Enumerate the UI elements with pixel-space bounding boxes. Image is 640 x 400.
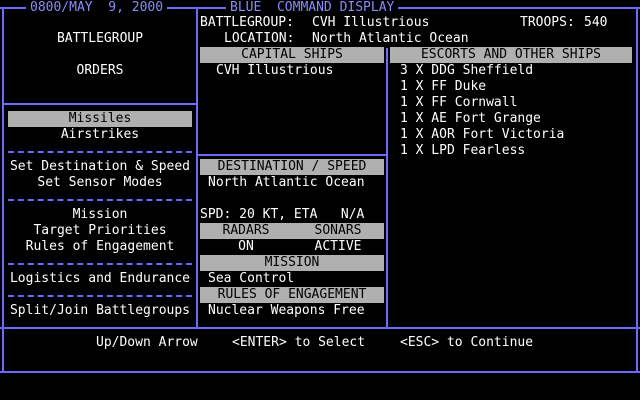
left-panel-subheading: ORDERS	[76, 63, 124, 78]
capital-ships-bottom-line	[198, 154, 386, 156]
destination-value: North Atlantic Ocean	[208, 175, 365, 190]
radars-value: ON	[238, 239, 254, 254]
escort-item: 1 X FF Cornwall	[400, 95, 518, 110]
hint-esc: <ESC> to Continue	[400, 335, 534, 350]
location-value: North Atlantic Ocean	[312, 31, 469, 46]
roe-value: Nuclear Weapons Free	[208, 303, 365, 318]
menu-item-split-join-battlegroups[interactable]: Split/Join Battlegroups	[4, 303, 196, 319]
escort-item: 1 X AOR Fort Victoria	[400, 127, 565, 142]
menu-separator	[8, 199, 192, 201]
location-label: LOCATION:	[224, 31, 295, 46]
frame-bottom-line	[0, 371, 640, 373]
menu-item-logistics-endurance[interactable]: Logistics and Endurance	[4, 271, 196, 287]
menu-item-set-destination-speed[interactable]: Set Destination & Speed	[4, 159, 196, 175]
sonars-header: SONARS	[292, 223, 384, 239]
speed-eta: SPD: 20 KT, ETA N/A	[200, 207, 365, 222]
escort-item: 3 X DDG Sheffield	[400, 63, 534, 78]
sonars-value: ACTIVE	[314, 239, 362, 254]
menu-item-set-sensor-modes[interactable]: Set Sensor Modes	[8, 175, 192, 191]
mission-value: Sea Control	[208, 271, 295, 286]
troops-label: TROOPS:	[520, 15, 575, 30]
menu-item-target-priorities[interactable]: Target Priorities	[8, 223, 192, 239]
roe-header: RULES OF ENGAGEMENT	[200, 287, 384, 303]
escorts-header: ESCORTS AND OTHER SHIPS	[390, 47, 632, 63]
menu-separator	[8, 151, 192, 153]
escort-item: 1 X FF Duke	[400, 79, 487, 94]
left-panel-heading: BATTLEGROUP	[56, 31, 144, 46]
left-panel-heading-divider	[2, 103, 196, 105]
frame-right-line	[636, 7, 638, 373]
battlegroup-label: BATTLEGROUP:	[200, 15, 294, 30]
menu-separator	[8, 263, 192, 265]
header-datetime: 0800/MAY 9, 2000	[26, 0, 168, 16]
escort-item: 1 X AE Fort Grange	[400, 111, 541, 126]
mission-header: MISSION	[200, 255, 384, 271]
troops-value: 540	[584, 15, 608, 30]
hint-arrows: Up/Down Arrow	[96, 335, 198, 350]
ships-column-divider	[386, 48, 388, 327]
capital-ships-header: CAPITAL SHIPS	[200, 47, 384, 63]
menu-item-mission[interactable]: Mission	[8, 207, 192, 223]
menu-item-missiles[interactable]: Missiles	[8, 111, 192, 127]
destination-header: DESTINATION / SPEED	[200, 159, 384, 175]
radars-header: RADARS	[200, 223, 292, 239]
menu-separator	[8, 295, 192, 297]
menu-item-rules-of-engagement[interactable]: Rules of Engagement	[8, 239, 192, 255]
frame-footer-top-line	[0, 327, 640, 329]
battlegroup-value: CVH Illustrious	[312, 15, 430, 30]
header-title: BLUE COMMAND DISPLAY	[226, 0, 399, 16]
capital-ship-item: CVH Illustrious	[216, 63, 334, 78]
hint-enter: <ENTER> to Select	[232, 335, 366, 350]
left-panel-divider	[196, 7, 198, 327]
escort-item: 1 X LPD Fearless	[400, 143, 526, 158]
menu-item-airstrikes[interactable]: Airstrikes	[8, 127, 192, 143]
